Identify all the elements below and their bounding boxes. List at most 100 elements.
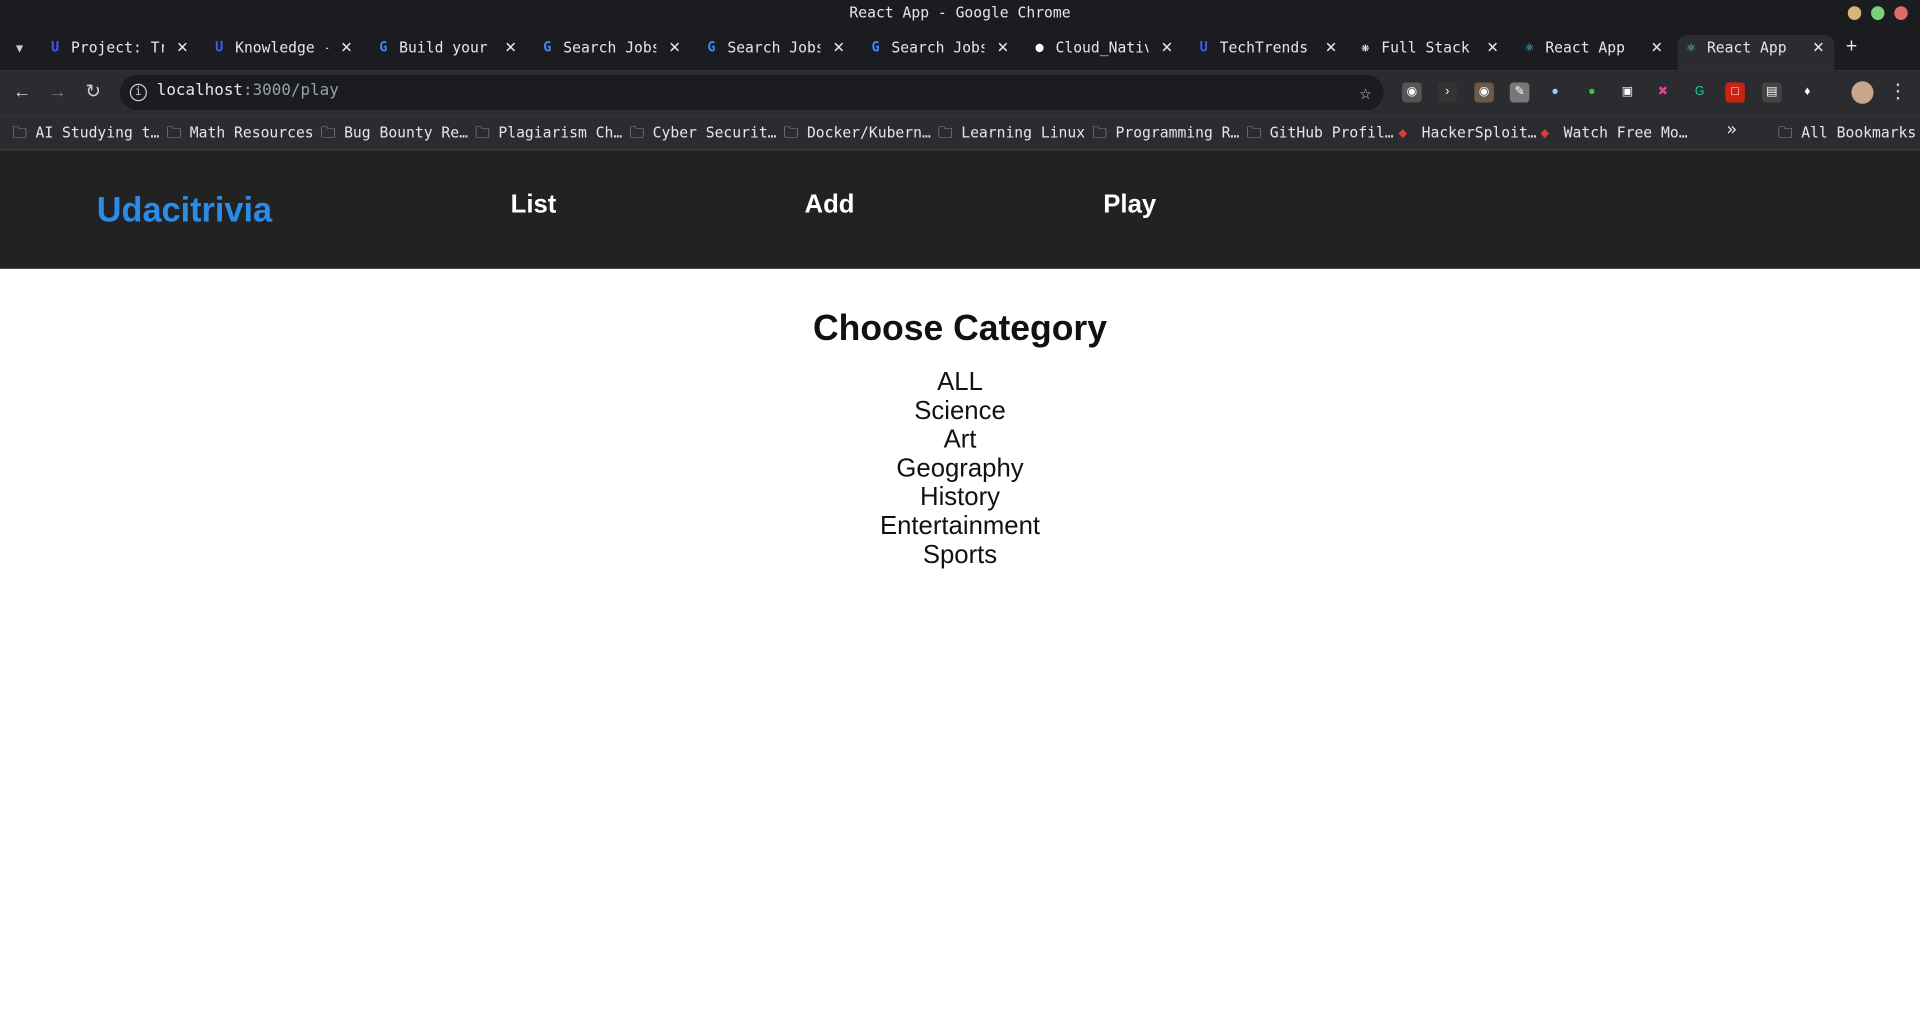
folder-icon: 🗀 xyxy=(783,123,799,142)
bookmark-folder[interactable]: 🗀 Cyber Securit… xyxy=(629,120,776,145)
close-icon[interactable]: ✕ xyxy=(1648,35,1665,60)
close-icon[interactable]: ✕ xyxy=(994,35,1011,60)
close-icon[interactable]: ✕ xyxy=(338,35,355,60)
close-window-button[interactable] xyxy=(1894,6,1908,21)
tab[interactable]: U Project: Tr ✕ xyxy=(42,35,199,70)
bookmark-link[interactable]: ◆ HackerSploit… xyxy=(1398,120,1536,145)
reader-extension-icon[interactable]: ▤ xyxy=(1762,82,1782,103)
tab[interactable]: ❋ Full Stack ✕ xyxy=(1352,35,1509,70)
react-icon: ⚛ xyxy=(1525,38,1534,56)
notes-extension-icon[interactable]: ✎ xyxy=(1509,82,1530,103)
close-icon[interactable]: ✕ xyxy=(1484,35,1501,60)
browser-toolbar: ← → ↻ i localhost:3000/play ☆ ◉ › ◉ ✎ ● … xyxy=(0,70,1920,116)
nav-play[interactable]: Play xyxy=(1103,190,1156,220)
bookmark-label: GitHub Profil… xyxy=(1269,123,1394,142)
bookmark-folder[interactable]: 🗀 GitHub Profil… xyxy=(1247,120,1394,145)
new-tab-plus-icon[interactable]: + xyxy=(1839,35,1863,60)
forward-arrow-icon[interactable]: → xyxy=(45,80,69,105)
tab-strip: ▼ U Project: Tr ✕ U Knowledge - ✕ G Buil… xyxy=(0,30,1920,71)
category-item-geography[interactable]: Geography xyxy=(0,454,1920,483)
close-icon[interactable]: ✕ xyxy=(1810,35,1827,60)
close-icon[interactable]: ✕ xyxy=(1158,35,1175,60)
tab[interactable]: ⚛ React App ✕ xyxy=(1516,35,1673,70)
folder-icon: 🗀 xyxy=(475,123,490,142)
bookmark-label: AI Studying t… xyxy=(35,123,160,142)
tab-title: Full Stack xyxy=(1381,38,1470,57)
shield-extension-icon[interactable]: ◉ xyxy=(1402,82,1422,103)
folder-icon: 🗀 xyxy=(320,123,336,142)
github-icon: ● xyxy=(1035,38,1044,56)
tab-title: Knowledge - xyxy=(235,38,329,57)
bookmark-label: Learning Linux xyxy=(961,123,1086,142)
address-bar[interactable]: i localhost:3000/play ☆ xyxy=(120,75,1384,111)
udacity-icon: U xyxy=(1199,38,1208,56)
category-item-science[interactable]: Science xyxy=(0,396,1920,425)
nav-add[interactable]: Add xyxy=(804,190,854,220)
tab[interactable]: ● Cloud_Nativ ✕ xyxy=(1026,35,1183,70)
bookmark-label: HackerSploit… xyxy=(1421,123,1537,142)
category-item-sports[interactable]: Sports xyxy=(0,540,1920,569)
terminal-extension-icon[interactable]: › xyxy=(1437,82,1458,103)
mail-extension-icon[interactable]: ● xyxy=(1545,82,1565,103)
bookmark-link[interactable]: ◆ Watch Free Mo… xyxy=(1540,120,1687,145)
folder-icon: 🗀 xyxy=(629,123,645,142)
udacity-icon: U xyxy=(51,38,60,56)
close-icon[interactable]: ✕ xyxy=(1322,35,1339,60)
close-icon[interactable]: ✕ xyxy=(666,35,683,60)
wifi-extension-icon[interactable]: ● xyxy=(1582,82,1602,103)
window-title: React App - Google Chrome xyxy=(849,3,1071,22)
tab[interactable]: G Search Jobs ✕ xyxy=(534,35,691,70)
clipboard-extension-icon[interactable]: ▣ xyxy=(1617,82,1638,103)
tab-search-chevron-icon[interactable]: ▼ xyxy=(7,38,31,63)
category-item-entertainment[interactable]: Entertainment xyxy=(0,511,1920,540)
bookmark-star-icon[interactable]: ☆ xyxy=(1360,80,1372,104)
tab[interactable]: U Knowledge - ✕ xyxy=(206,35,363,70)
category-item-history[interactable]: History xyxy=(0,483,1920,512)
profile-avatar[interactable] xyxy=(1851,81,1874,104)
category-item-art[interactable]: Art xyxy=(0,425,1920,454)
close-icon[interactable]: ✕ xyxy=(830,35,847,60)
owl-extension-icon[interactable]: ◉ xyxy=(1474,82,1494,103)
bookmark-folder[interactable]: 🗀 Docker/Kubern… xyxy=(784,120,931,145)
bookmark-label: Math Resources xyxy=(189,123,314,142)
brand-logo[interactable]: Udacitrivia xyxy=(97,190,272,230)
close-icon[interactable]: ✕ xyxy=(502,35,519,60)
more-bookmarks-chevron-icon[interactable]: » xyxy=(1727,120,1737,140)
minimize-button[interactable] xyxy=(1847,6,1862,21)
tab-title: Search Jobs xyxy=(727,38,821,57)
all-bookmarks-folder[interactable]: 🗀 All Bookmarks xyxy=(1778,120,1916,145)
bookmark-folder[interactable]: 🗀 Plagiarism Ch… xyxy=(475,120,622,145)
grammarly-extension-icon[interactable]: G xyxy=(1689,82,1710,103)
bookmark-folder[interactable]: 🗀 Learning Linux xyxy=(938,120,1085,145)
tab-active[interactable]: ⚛ React App ✕ xyxy=(1677,35,1835,71)
cross-extension-icon[interactable]: ✖ xyxy=(1653,82,1673,103)
tab[interactable]: G Search Jobs ✕ xyxy=(862,35,1019,70)
puzzle-extensions-icon[interactable]: ♦ xyxy=(1797,82,1818,103)
google-icon: G xyxy=(871,38,880,56)
bookmark-label: All Bookmarks xyxy=(1801,123,1917,142)
bookmark-folder[interactable]: 🗀 Programming R… xyxy=(1092,120,1239,145)
bookmark-folder[interactable]: 🗀 Bug Bounty Re… xyxy=(321,120,468,145)
url-text[interactable]: localhost:3000/play xyxy=(157,81,339,100)
bookmark-label: Watch Free Mo… xyxy=(1563,123,1688,142)
bookmark-folder[interactable]: 🗀 AI Studying t… xyxy=(12,120,159,145)
nav-list[interactable]: List xyxy=(511,190,557,220)
kebab-menu-icon[interactable]: ⋮ xyxy=(1888,80,1908,105)
openai-icon: ❋ xyxy=(1361,38,1370,56)
site-info-icon[interactable]: i xyxy=(129,83,147,102)
back-arrow-icon[interactable]: ← xyxy=(10,80,34,105)
folder-icon: 🗀 xyxy=(1777,123,1793,142)
reload-icon[interactable]: ↻ xyxy=(81,80,105,105)
pdf-extension-icon[interactable]: □ xyxy=(1725,82,1745,103)
bookmark-folder[interactable]: 🗀 Math Resources xyxy=(167,120,314,145)
window-titlebar: React App - Google Chrome xyxy=(0,0,1920,31)
close-icon[interactable]: ✕ xyxy=(174,35,191,60)
tab[interactable]: U TechTrends - ✕ xyxy=(1190,35,1347,70)
folder-icon: 🗀 xyxy=(12,123,27,142)
shield-icon: ◆ xyxy=(1540,123,1550,142)
category-item-all[interactable]: ALL xyxy=(0,368,1920,397)
maximize-button[interactable] xyxy=(1871,6,1885,21)
tab[interactable]: G Build your ✕ xyxy=(370,35,527,70)
bookmark-label: Programming R… xyxy=(1115,123,1240,142)
tab[interactable]: G Search Jobs ✕ xyxy=(698,35,855,70)
